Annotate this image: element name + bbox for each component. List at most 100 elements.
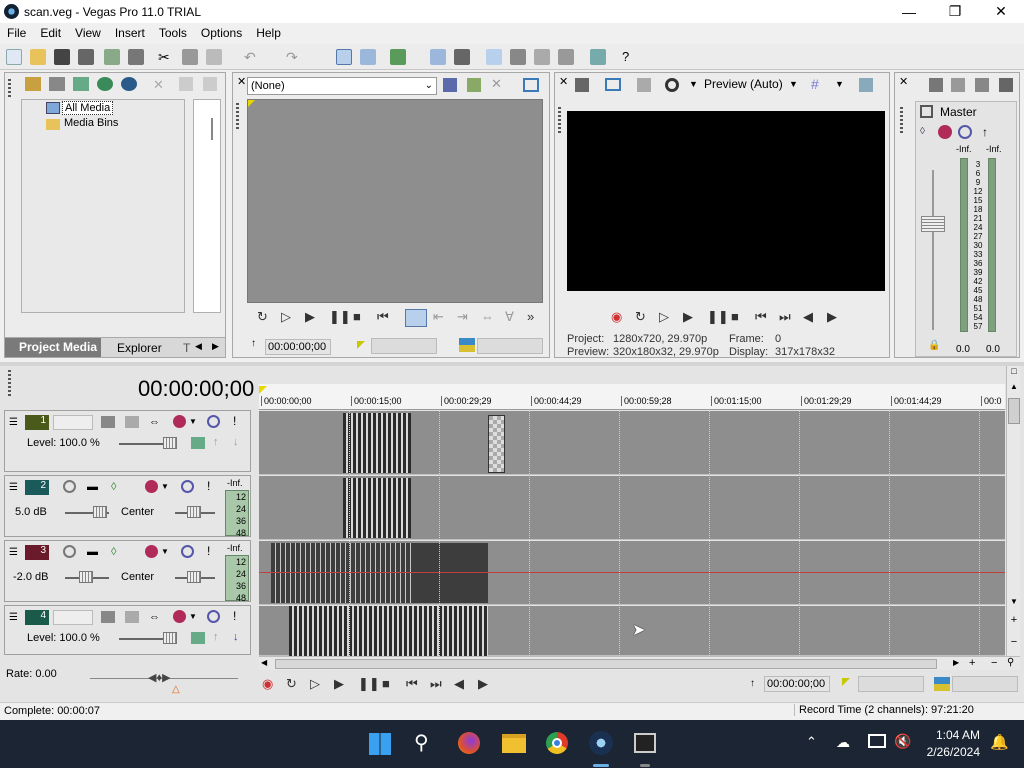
preview-screen[interactable] [567, 111, 885, 291]
track-name-field[interactable] [53, 415, 93, 430]
chevron-down-icon[interactable]: ▼ [189, 417, 197, 426]
chevron-down-icon[interactable]: ▼ [835, 79, 844, 89]
mixer-properties-icon[interactable] [929, 78, 943, 92]
menu-edit[interactable]: Edit [33, 26, 68, 40]
timeline-vscrollbar[interactable]: □ ▲ ▼ + − [1006, 366, 1020, 658]
prev-frame-icon[interactable]: ⏮ [377, 309, 389, 325]
panel-grip[interactable] [8, 79, 11, 97]
more-icon[interactable]: » [527, 309, 534, 324]
menu-insert[interactable]: Insert [108, 26, 152, 40]
save-as-icon[interactable] [78, 49, 94, 65]
track-lane-1[interactable] [259, 411, 1005, 475]
properties-icon[interactable] [128, 49, 144, 65]
master-pan-icon[interactable]: ◊ [920, 126, 936, 138]
menu-view[interactable]: View [68, 26, 108, 40]
tab-explorer[interactable]: Explorer [117, 341, 162, 355]
timeline-hscrollbar[interactable]: ◀ ▶ + − ⚲ [259, 656, 1020, 670]
arm-record-icon[interactable] [63, 480, 76, 493]
generated-media-icon[interactable] [191, 632, 205, 644]
track-name-field[interactable] [53, 610, 93, 625]
play-from-start-icon[interactable]: ▷ [659, 309, 669, 325]
chevron-down-icon[interactable]: ▼ [789, 79, 798, 89]
go-to-start-icon[interactable]: ⏮ [755, 309, 767, 325]
time-ruler[interactable]: 00:00:00;00 00:00:15;00 00:00:29;29 00:00:4… [259, 384, 1005, 410]
next-frame-icon[interactable]: ▶ [827, 309, 837, 325]
rate-slider-handle[interactable]: ◀♦▶ [148, 671, 171, 684]
master-fx-icon[interactable] [938, 125, 952, 139]
volume-envelope[interactable] [259, 572, 1005, 573]
menu-help[interactable]: Help [249, 26, 288, 40]
compositing-icon[interactable] [125, 416, 139, 428]
fit-icon[interactable]: ⇔ [481, 309, 494, 324]
invert-phase-icon[interactable]: ▬ [87, 546, 98, 558]
split-screen-icon[interactable] [665, 78, 679, 92]
chevron-down-icon[interactable]: ▼ [689, 79, 698, 89]
pause-icon[interactable]: ❚❚ [707, 309, 729, 325]
chevron-down-icon[interactable]: ▼ [161, 482, 169, 491]
external-monitor-icon[interactable] [605, 78, 621, 91]
rate-reset-icon[interactable]: △ [172, 684, 180, 695]
split-icon[interactable]: ∀ [505, 309, 514, 325]
parent-track-icon[interactable]: ↑ [213, 631, 219, 643]
chevron-up-icon[interactable]: ⌃ [806, 734, 817, 750]
trimmer-fx-icon[interactable] [467, 78, 481, 92]
copy-snapshot-icon[interactable] [859, 78, 873, 92]
windows-start-icon[interactable] [369, 733, 391, 755]
panel-grip[interactable] [236, 103, 239, 129]
scroll-down-icon[interactable]: ▼ [1008, 597, 1020, 611]
zoom-out-icon[interactable]: − [1008, 636, 1020, 650]
collapse-icon[interactable]: ☰ [9, 482, 18, 493]
track-fx-icon[interactable] [173, 415, 186, 428]
clock-date[interactable]: 2/26/2024 [924, 745, 980, 759]
minimize-button[interactable]: — [886, 0, 932, 23]
collapse-icon[interactable]: ☰ [9, 417, 18, 428]
record-icon[interactable]: ◉ [262, 676, 273, 692]
vscroll-thumb[interactable] [1008, 398, 1020, 424]
network-icon[interactable] [868, 734, 886, 748]
video-fx-icon[interactable] [637, 78, 651, 92]
loop-icon[interactable]: ↻ [286, 676, 297, 692]
tab-transitions[interactable]: T [183, 341, 190, 355]
mute-icon[interactable] [181, 480, 194, 493]
scroll-right-icon[interactable]: ▶ [953, 658, 959, 667]
track-header-3[interactable]: ☰ 3 ▬ ◊ ▼ ! -2.0 dB Center -Inf. 12 24 3… [4, 540, 251, 603]
collapse-icon[interactable]: ☰ [9, 612, 18, 623]
trimmer-source-dropdown[interactable]: (None) ⌄ [247, 77, 437, 95]
generated-media-icon[interactable] [191, 437, 205, 449]
trimmer-properties-icon[interactable] [443, 78, 457, 92]
envelope-tool-icon[interactable] [360, 49, 376, 65]
hscroll-thumb[interactable] [275, 659, 937, 669]
tab-scroll-left[interactable]: ◀ [195, 341, 202, 352]
track-header-1[interactable]: ☰ 1 ⇔ ▼ ! Level: 100.0 % ↑ ↓ [4, 410, 251, 472]
video-clip[interactable] [289, 606, 488, 656]
video-clip[interactable] [343, 478, 411, 538]
scroll-left-icon[interactable]: ◀ [261, 658, 267, 667]
prev-frame-icon[interactable]: ◀ [454, 676, 464, 692]
loop-icon[interactable]: ↻ [635, 309, 646, 325]
overlays-grid-icon[interactable]: # [811, 76, 819, 92]
undo-icon[interactable]: ↶ [244, 49, 260, 65]
preview-quality-dropdown[interactable]: Preview (Auto) [704, 77, 783, 91]
auto-ripple-icon[interactable] [430, 49, 446, 65]
track-header-2[interactable]: ☰ 2 ▬ ◊ ▼ ! 5.0 dB Center -Inf. 12 24 36… [4, 475, 251, 538]
master-fader-handle[interactable] [921, 216, 945, 232]
mute-icon[interactable] [207, 610, 220, 623]
mute-icon[interactable] [181, 545, 194, 558]
mixer-dim-icon[interactable] [975, 78, 989, 92]
get-media-web-icon[interactable] [73, 77, 89, 91]
lock-envelopes-icon[interactable] [454, 49, 470, 65]
open-folder-icon[interactable] [30, 49, 46, 65]
loop-icon[interactable]: ↻ [257, 309, 268, 325]
overwrite-mode-icon[interactable] [405, 309, 427, 327]
snapping-icon[interactable] [486, 49, 502, 65]
record-icon[interactable]: ◉ [611, 309, 622, 325]
auto-crossfade-icon[interactable] [510, 49, 526, 65]
trimmer-screen-icon[interactable] [523, 78, 539, 92]
close-button[interactable]: ✕ [978, 0, 1024, 23]
preview-close-icon[interactable]: ✕ [559, 75, 568, 88]
level-slider-handle[interactable] [163, 437, 177, 449]
onedrive-icon[interactable]: ☁ [836, 734, 850, 751]
h-zoom-out-icon[interactable]: − [991, 657, 997, 669]
play-icon[interactable]: ▶ [683, 309, 693, 325]
track-lane-2[interactable] [259, 476, 1005, 540]
